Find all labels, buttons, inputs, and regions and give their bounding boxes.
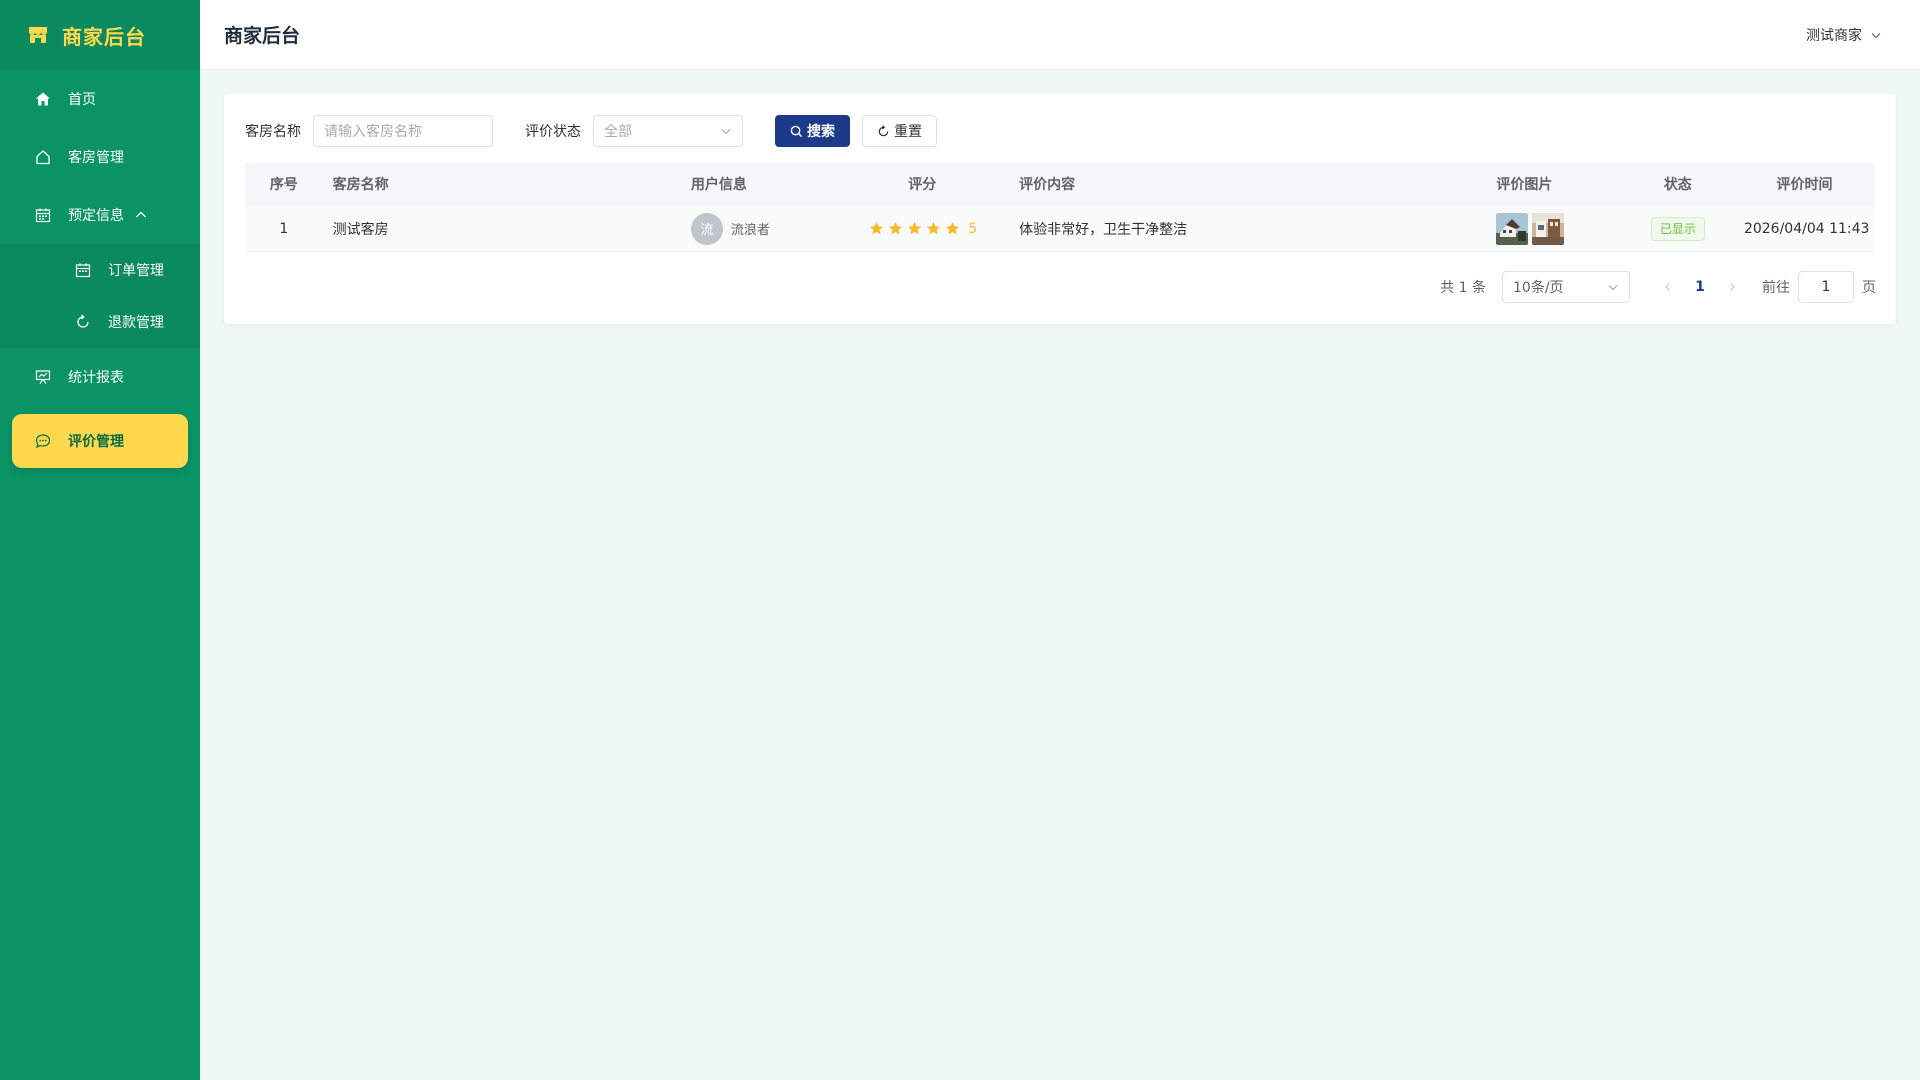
column-header: 评价内容: [1019, 177, 1076, 193]
sidebar-item-label: 评价管理: [68, 434, 124, 450]
reviews-table: 序号 客房名称 用户信息 评分 评价内容 评价图片 状态 评价时间 1 测试客房…: [245, 162, 1875, 252]
star-icon: [870, 221, 884, 235]
column-header: 客房名称: [332, 177, 389, 193]
review-status-value: 全部: [604, 124, 632, 140]
user-name: 测试商家: [1806, 27, 1862, 44]
sidebar-item-label: 客房管理: [68, 150, 124, 166]
chevron-down-icon: [721, 129, 731, 135]
house-icon: [34, 148, 52, 166]
refresh-icon: [74, 313, 92, 331]
goto-page-input[interactable]: 1: [1798, 271, 1854, 303]
sidebar-item-rooms[interactable]: 客房管理: [0, 128, 200, 186]
star-icon: [927, 221, 941, 235]
row-rating: 5: [835, 221, 1009, 237]
reset-button[interactable]: 重置: [862, 115, 937, 147]
goto-label: 前往: [1762, 280, 1790, 296]
row-index: 1: [279, 220, 289, 237]
calendar-icon: [34, 206, 52, 224]
goto-page-value: 1: [1821, 279, 1831, 295]
review-status-select[interactable]: 全部: [593, 115, 743, 147]
sidebar-item-refunds[interactable]: 退款管理: [0, 296, 200, 348]
star-icon: [908, 221, 922, 235]
sidebar-item-label: 预定信息: [68, 208, 124, 224]
calendar-icon: [74, 261, 92, 279]
column-header: 评价时间: [1776, 177, 1833, 193]
row-review-content: 体验非常好，卫生干净整洁: [1019, 221, 1188, 238]
chart-board-icon: [34, 368, 52, 386]
sidebar: 商家后台 首页 客房管理 预定信息 订单管理 退款管理 统计报表 评价管理: [0, 0, 200, 1080]
prev-page-button[interactable]: [1652, 271, 1684, 303]
table-header: 序号 客房名称 用户信息 评分 评价内容 评价图片 状态 评价时间: [245, 162, 1875, 206]
reset-button-label: 重置: [894, 124, 922, 140]
brand-title: 商家后台: [62, 24, 146, 49]
user-name: 流浪者: [730, 223, 770, 238]
sidebar-item-label: 退款管理: [108, 315, 164, 331]
brand[interactable]: 商家后台: [0, 0, 200, 70]
star-icon: [946, 221, 960, 235]
search-button[interactable]: 搜索: [775, 115, 850, 147]
column-header: 序号: [269, 177, 298, 193]
status-badge: 已显示: [1650, 216, 1705, 241]
refresh-icon: [878, 124, 889, 136]
booking-submenu: 订单管理 退款管理: [0, 244, 200, 348]
store-icon: [29, 27, 47, 43]
row-review-time: 2026/04/04 11:43: [1743, 220, 1870, 237]
room-name-input[interactable]: 请输入客房名称: [313, 115, 493, 147]
chevron-down-icon: [1608, 285, 1618, 291]
search-button-label: 搜索: [807, 124, 835, 140]
page-size-value: 10条/页: [1513, 280, 1564, 296]
filter-bar: 客房名称 请输入客房名称 评价状态 全部 搜索 重置: [245, 115, 937, 147]
row-user: 流 流浪者: [681, 212, 836, 245]
pagination: 共 1 条 10条/页 1 前往 1 页: [1440, 271, 1876, 303]
star-icon: [889, 221, 903, 235]
sidebar-item-reports[interactable]: 统计报表: [0, 348, 200, 406]
sidebar-item-orders[interactable]: 订单管理: [0, 244, 200, 296]
avatar: 流: [690, 212, 723, 245]
chevron-down-icon: [1871, 32, 1881, 38]
page-size-select[interactable]: 10条/页: [1502, 271, 1630, 303]
page-number-current[interactable]: 1: [1684, 271, 1716, 303]
next-page-button[interactable]: [1716, 271, 1748, 303]
page-title: 商家后台: [224, 25, 301, 47]
sidebar-menu: 首页 客房管理 预定信息 订单管理 退款管理 统计报表 评价管理: [0, 70, 200, 468]
column-header: 评价图片: [1496, 177, 1553, 193]
review-status-label: 评价状态: [525, 124, 581, 140]
column-header: 评分: [908, 177, 937, 193]
chat-dots-icon: [34, 432, 52, 450]
sidebar-item-label: 统计报表: [68, 370, 124, 386]
sidebar-item-label: 首页: [68, 92, 96, 108]
pagination-total: 共 1 条: [1440, 280, 1486, 296]
column-header: 用户信息: [690, 177, 747, 193]
chevron-left-icon: [1665, 283, 1670, 291]
chevron-right-icon: [1730, 283, 1735, 291]
page-suffix: 页: [1862, 280, 1876, 296]
reviews-card: 客房名称 请输入客房名称 评价状态 全部 搜索 重置 序号 客房名称 用户信息 …: [224, 94, 1896, 324]
sidebar-item-home[interactable]: 首页: [0, 70, 200, 128]
sidebar-item-label: 订单管理: [108, 263, 164, 279]
search-icon: [790, 125, 803, 137]
room-name-label: 客房名称: [245, 124, 301, 140]
row-review-images: [1486, 212, 1621, 245]
home-icon: [34, 90, 52, 108]
top-header: 商家后台 测试商家: [200, 0, 1920, 70]
user-dropdown[interactable]: 测试商家: [1806, 25, 1882, 45]
rating-score: 5: [968, 220, 978, 237]
chevron-up-icon: [136, 211, 146, 218]
review-image-thumbnail[interactable]: [1532, 212, 1565, 245]
row-status: 已显示: [1622, 216, 1734, 241]
room-name-placeholder: 请输入客房名称: [324, 123, 422, 139]
table-row[interactable]: 1 测试客房 流 流浪者 5 体验非常好，卫生干净整洁 已显示 2026/04/…: [245, 206, 1875, 252]
sidebar-item-booking[interactable]: 预定信息: [0, 186, 200, 244]
sidebar-item-reviews[interactable]: 评价管理: [12, 414, 188, 468]
review-image-thumbnail[interactable]: [1496, 212, 1529, 245]
column-header: 状态: [1663, 177, 1692, 193]
row-room-name: 测试客房: [332, 221, 389, 238]
